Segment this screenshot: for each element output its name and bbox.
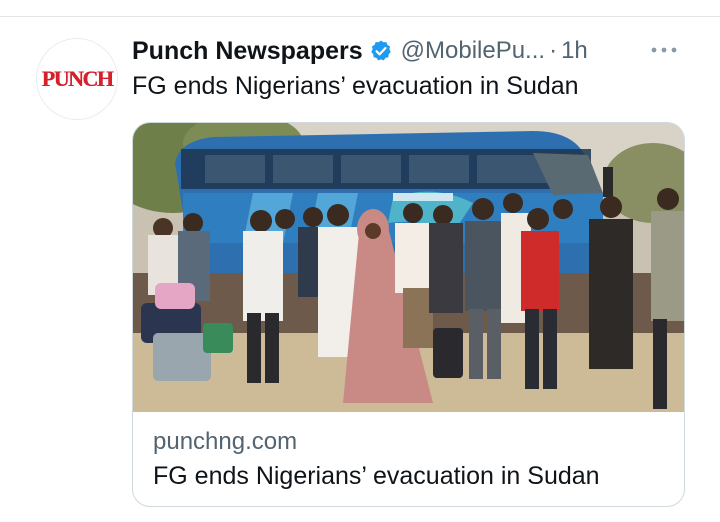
- card-image[interactable]: [133, 123, 684, 412]
- divider: [0, 16, 720, 17]
- link-card[interactable]: punchng.com FG ends Nigerians’ evacuatio…: [132, 122, 685, 507]
- more-horizontal-icon[interactable]: [648, 36, 680, 64]
- card-title[interactable]: FG ends Nigerians’ evacuation in Sudan: [153, 462, 600, 491]
- card-domain[interactable]: punchng.com: [153, 428, 297, 456]
- tweet-header: Punch Newspapers @MobilePu... · 1h: [132, 34, 692, 68]
- separator-dot: ·: [549, 37, 558, 64]
- tweet-container[interactable]: PUNCH Punch Newspapers @MobilePu... · 1h…: [0, 0, 720, 522]
- author-name[interactable]: Punch Newspapers: [132, 37, 363, 66]
- author-handle[interactable]: @MobilePu...: [401, 37, 545, 65]
- punch-logo: PUNCH: [41, 66, 114, 91]
- timestamp[interactable]: 1h: [561, 37, 588, 65]
- avatar[interactable]: PUNCH: [36, 38, 118, 120]
- verified-badge-icon: [369, 39, 393, 63]
- tweet-text: FG ends Nigerians’ evacuation in Sudan: [132, 72, 579, 100]
